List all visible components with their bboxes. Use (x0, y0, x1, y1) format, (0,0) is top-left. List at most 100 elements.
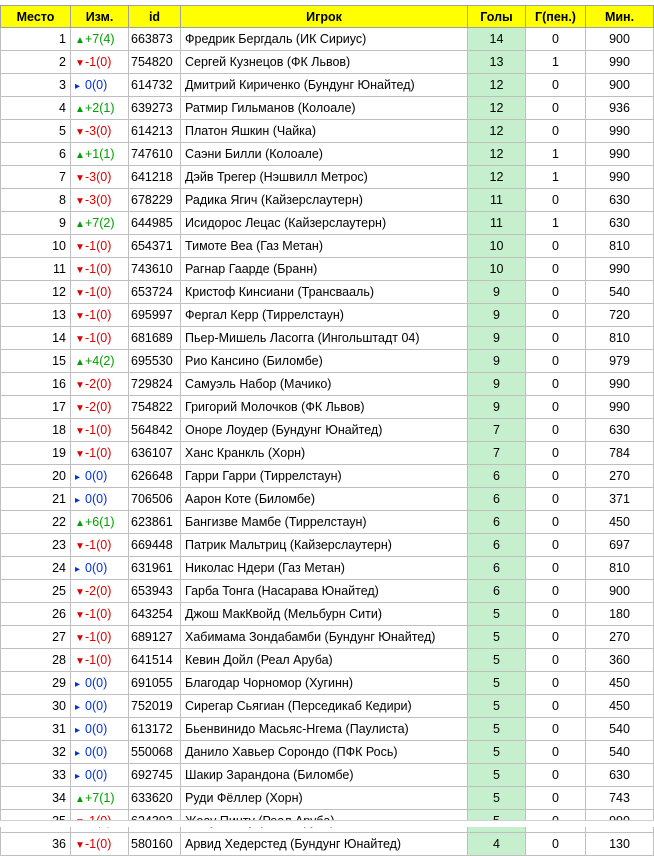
id-cell[interactable]: 564842 (128, 418, 181, 442)
place-cell[interactable]: 24 (0, 556, 71, 580)
penalty-goals-cell[interactable]: 0 (525, 188, 586, 212)
goals-cell[interactable]: 5 (467, 717, 526, 741)
goals-cell[interactable]: 10 (467, 257, 526, 281)
table-row[interactable]: 19 ▼-1(0) 636107 Ханс Кранкль (Хорн) 7 0 784 (0, 441, 654, 465)
id-cell[interactable]: 614213 (128, 119, 181, 143)
place-cell[interactable]: 12 (0, 280, 71, 304)
penalty-goals-cell[interactable]: 1 (525, 50, 586, 74)
id-cell[interactable]: 643254 (128, 602, 181, 626)
table-row[interactable]: 23 ▼-1(0) 669448 Патрик Мальтриц (Кайзерсла… (0, 533, 654, 557)
change-cell[interactable]: ▼-3(0) (70, 165, 129, 189)
penalty-goals-cell[interactable]: 0 (525, 280, 586, 304)
change-cell[interactable]: ▼-1(0) (70, 280, 129, 304)
id-cell[interactable]: 747610 (128, 142, 181, 166)
place-cell[interactable]: 8 (0, 188, 71, 212)
penalty-goals-cell[interactable]: 1 (525, 142, 586, 166)
player-cell[interactable]: Бьенвинидо Масьяс-Нгема (Паулиста) (180, 717, 468, 741)
penalty-goals-cell[interactable]: 1 (525, 211, 586, 235)
id-cell[interactable]: 689127 (128, 625, 181, 649)
change-cell[interactable]: ▼-3(0) (70, 188, 129, 212)
minutes-cell[interactable]: 979 (585, 349, 654, 373)
player-cell[interactable]: Ратмир Гильманов (Колоале) (180, 96, 468, 120)
table-row[interactable]: 10 ▼-1(0) 654371 Тимоте Веа (Газ Метан) 10 0 8… (0, 234, 654, 258)
table-row[interactable]: 11 ▼-1(0) 743610 Рагнар Гаарде (Бранн) 10 0 99… (0, 257, 654, 281)
change-cell[interactable]: ▸ 0(0) (70, 556, 129, 580)
change-cell[interactable]: ▼-3(0) (70, 119, 129, 143)
minutes-cell[interactable]: 990 (585, 50, 654, 74)
penalty-goals-cell[interactable]: 0 (525, 96, 586, 120)
player-cell[interactable]: Пьер-Мишель Ласогга (Ингольштадт 04) (180, 326, 468, 350)
minutes-cell[interactable]: 360 (585, 648, 654, 672)
player-cell[interactable]: Сирегар Сьягиан (Перседикаб Кедири) (180, 694, 468, 718)
penalty-goals-cell[interactable]: 0 (525, 303, 586, 327)
penalty-goals-cell[interactable]: 0 (525, 556, 586, 580)
table-row[interactable]: 2 ▼-1(0) 754820 Сергей Кузнецов (ФК Львов) 1… (0, 50, 654, 74)
id-cell[interactable]: 706506 (128, 487, 181, 511)
penalty-goals-cell[interactable]: 0 (525, 464, 586, 488)
penalty-goals-cell[interactable]: 0 (525, 671, 586, 695)
place-cell[interactable]: 28 (0, 648, 71, 672)
id-cell[interactable]: 692745 (128, 763, 181, 787)
header-pen[interactable]: Г(пен.) (525, 5, 586, 28)
penalty-goals-cell[interactable]: 0 (525, 694, 586, 718)
table-row[interactable]: 5 ▼-3(0) 614213 Платон Яшкин (Чайка) 12 0 990 (0, 119, 654, 143)
player-cell[interactable]: Ханс Кранкль (Хорн) (180, 441, 468, 465)
goals-cell[interactable]: 5 (467, 602, 526, 626)
player-cell[interactable]: Тимоте Веа (Газ Метан) (180, 234, 468, 258)
goals-cell[interactable]: 5 (467, 671, 526, 695)
penalty-goals-cell[interactable]: 1 (525, 165, 586, 189)
place-cell[interactable]: 34 (0, 786, 71, 810)
penalty-goals-cell[interactable]: 0 (525, 786, 586, 810)
table-row[interactable]: 8 ▼-3(0) 678229 Радика Ягич (Кайзерслаутерн… (0, 188, 654, 212)
place-cell[interactable]: 9 (0, 211, 71, 235)
player-cell[interactable]: Шакир Зарандона (Биломбе) (180, 763, 468, 787)
place-cell[interactable]: 14 (0, 326, 71, 350)
change-cell[interactable]: ▼-1(0) (70, 648, 129, 672)
id-cell[interactable]: 669448 (128, 533, 181, 557)
change-cell[interactable]: ▼-1(0) (70, 418, 129, 442)
minutes-cell[interactable]: 990 (585, 142, 654, 166)
place-cell[interactable]: 1 (0, 27, 71, 51)
minutes-cell[interactable]: 130 (585, 832, 654, 856)
table-row[interactable]: 17 ▼-2(0) 754822 Григорий Молочков (ФК Льво… (0, 395, 654, 419)
minutes-cell[interactable]: 697 (585, 533, 654, 557)
player-cell[interactable]: Кевин Дойл (Реал Аруба) (180, 648, 468, 672)
penalty-goals-cell[interactable]: 0 (525, 119, 586, 143)
player-cell[interactable]: Исидорос Лецас (Кайзерслаутерн) (180, 211, 468, 235)
goals-cell[interactable]: 5 (467, 625, 526, 649)
place-cell[interactable]: 36 (0, 832, 71, 856)
minutes-cell[interactable]: 450 (585, 671, 654, 695)
table-row[interactable]: 12 ▼-1(0) 653724 Кристоф Кинсиани (Трансваа… (0, 280, 654, 304)
table-row[interactable]: 27 ▼-1(0) 689127 Хабимама Зондабамби (Бунду… (0, 625, 654, 649)
id-cell[interactable]: 550068 (128, 740, 181, 764)
player-cell[interactable]: Арвид Хедерстед (Бундунг Юнайтед) (180, 832, 468, 856)
player-cell[interactable]: Николас Ндери (Газ Метан) (180, 556, 468, 580)
minutes-cell[interactable]: 990 (585, 395, 654, 419)
change-cell[interactable]: ▼-1(0) (70, 234, 129, 258)
change-cell[interactable]: ▲+6(1) (70, 510, 129, 534)
penalty-goals-cell[interactable]: 0 (525, 395, 586, 419)
change-cell[interactable]: ▸ 0(0) (70, 73, 129, 97)
goals-cell[interactable]: 13 (467, 50, 526, 74)
table-row[interactable]: 32 ▸ 0(0) 550068 Данило Хавьер Сорондо (ПФК … (0, 740, 654, 764)
id-cell[interactable]: 654371 (128, 234, 181, 258)
penalty-goals-cell[interactable]: 0 (525, 257, 586, 281)
place-cell[interactable]: 30 (0, 694, 71, 718)
id-cell[interactable]: 644985 (128, 211, 181, 235)
table-row[interactable]: 1 ▲+7(4) 663873 Фредрик Бергдаль (ИК Сириус… (0, 27, 654, 51)
minutes-cell[interactable]: 630 (585, 211, 654, 235)
place-cell[interactable]: 6 (0, 142, 71, 166)
change-cell[interactable]: ▼-1(0) (70, 303, 129, 327)
penalty-goals-cell[interactable]: 0 (525, 234, 586, 258)
change-cell[interactable]: ▼-1(0) (70, 441, 129, 465)
header-place[interactable]: Место (0, 5, 71, 28)
minutes-cell[interactable]: 371 (585, 487, 654, 511)
id-cell[interactable]: 695530 (128, 349, 181, 373)
goals-cell[interactable]: 6 (467, 533, 526, 557)
place-cell[interactable]: 27 (0, 625, 71, 649)
player-cell[interactable]: Данило Хавьер Сорондо (ПФК Рось) (180, 740, 468, 764)
table-row[interactable]: 22 ▲+6(1) 623861 Бангизве Мамбе (Тиррелстау… (0, 510, 654, 534)
place-cell[interactable]: 10 (0, 234, 71, 258)
goals-cell[interactable]: 9 (467, 395, 526, 419)
table-row[interactable]: 29 ▸ 0(0) 691055 Благодар Чорномор (Хугинн) 5… (0, 671, 654, 695)
